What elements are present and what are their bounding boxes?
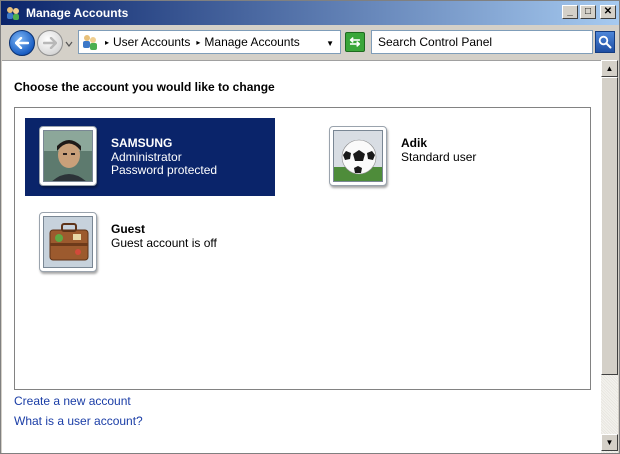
breadcrumb-separator[interactable]: ▸	[105, 38, 109, 47]
account-type: Standard user	[401, 150, 477, 164]
minimize-button[interactable]: _	[562, 5, 578, 19]
address-dropdown-icon[interactable]: ▼	[326, 39, 334, 48]
page-heading: Choose the account you would like to cha…	[14, 80, 275, 94]
account-name: Adik	[401, 136, 428, 150]
forward-arrow-icon	[43, 37, 57, 49]
breadcrumb-manage-accounts[interactable]: Manage Accounts	[204, 35, 299, 49]
soccer-ball-icon	[333, 130, 383, 182]
search-input[interactable]: Search Control Panel	[371, 30, 593, 54]
what-is-user-account-link[interactable]: What is a user account?	[14, 414, 143, 428]
search-icon	[598, 35, 612, 49]
scrollbar-thumb[interactable]	[601, 77, 618, 375]
breadcrumb-user-accounts[interactable]: User Accounts	[113, 35, 190, 49]
account-type: Administrator	[111, 150, 182, 164]
account-status: Guest account is off	[111, 236, 217, 250]
arrow-up-icon: ▲	[605, 64, 614, 73]
title-bar[interactable]: Manage Accounts _ □ ✕	[1, 1, 619, 25]
back-button[interactable]	[9, 30, 35, 56]
breadcrumb[interactable]: ▸ User Accounts ▸ Manage Accounts ▼	[78, 30, 341, 54]
suitcase-icon	[43, 216, 93, 268]
user-accounts-icon	[5, 5, 21, 21]
recent-pages-dropdown[interactable]	[64, 38, 74, 48]
forward-button[interactable]	[37, 30, 63, 56]
search-placeholder: Search Control Panel	[378, 35, 493, 49]
account-name: SAMSUNG	[111, 136, 173, 150]
arrow-down-icon: ▼	[605, 438, 614, 447]
account-status: Password protected	[111, 163, 218, 177]
maximize-button[interactable]: □	[580, 5, 596, 19]
scroll-down-button[interactable]: ▼	[601, 434, 618, 451]
address-bar: ▸ User Accounts ▸ Manage Accounts ▼ ⇆ Se…	[1, 25, 619, 59]
control-panel-icon	[81, 33, 99, 51]
content-area: Choose the account you would like to cha…	[2, 60, 601, 453]
back-arrow-icon	[15, 37, 29, 49]
vertical-scrollbar[interactable]: ▲ ▼	[601, 60, 618, 453]
close-button[interactable]: ✕	[600, 5, 616, 19]
refresh-icon: ⇆	[349, 34, 361, 49]
window-title: Manage Accounts	[26, 6, 129, 20]
refresh-button[interactable]: ⇆	[345, 32, 365, 52]
breadcrumb-separator[interactable]: ▸	[196, 38, 200, 47]
account-tile-adik[interactable]: Adik Standard user	[315, 118, 565, 196]
avatar	[329, 126, 387, 186]
account-tile-guest[interactable]: Guest Guest account is off	[25, 204, 275, 282]
accounts-list: SAMSUNG Administrator Password protected	[14, 107, 591, 390]
manage-accounts-window: Manage Accounts _ □ ✕ ▸ User Accounts ▸ …	[0, 0, 620, 454]
search-button[interactable]	[595, 31, 615, 53]
chevron-down-icon	[65, 41, 73, 47]
avatar	[39, 126, 97, 186]
account-name: Guest	[111, 222, 146, 236]
create-account-link[interactable]: Create a new account	[14, 394, 131, 408]
scroll-up-button[interactable]: ▲	[601, 60, 618, 77]
account-tile-samsung[interactable]: SAMSUNG Administrator Password protected	[25, 118, 275, 196]
person-photo-icon	[43, 130, 93, 182]
avatar	[39, 212, 97, 272]
